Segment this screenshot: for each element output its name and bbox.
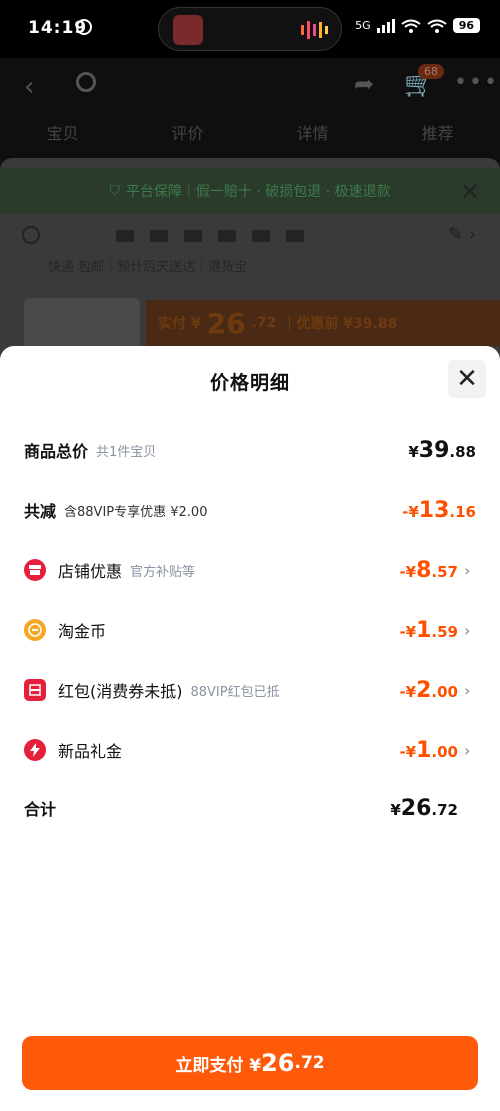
tab-reviews[interactable]: 评价 (171, 120, 203, 144)
edit-icon[interactable]: ✎ › (448, 224, 476, 245)
battery-level: 96 (452, 18, 480, 33)
chevron-right-icon: › (464, 740, 471, 760)
tab-recommend[interactable]: 推荐 (421, 120, 453, 144)
price-dec: .72 (251, 315, 277, 331)
row-sub: 共1件宝贝 (96, 444, 157, 460)
row-red-packet[interactable]: 红包(消费券未抵) 88VIP红包已抵 -¥2.00 › (24, 670, 476, 710)
row-new-gift[interactable]: 新品礼金 -¥1.00 › (24, 730, 476, 770)
row-value: -¥13.16 (402, 497, 476, 523)
row-total-discount: 共减 含88VIP专享优惠 ¥2.00 -¥13.16 (24, 490, 476, 530)
close-button[interactable]: ✕ (448, 360, 486, 398)
wifi-icon-2 (427, 19, 447, 33)
tab-item[interactable]: 宝贝 (46, 120, 78, 144)
dynamic-island[interactable] (158, 7, 342, 51)
search-icon[interactable] (76, 72, 96, 92)
pay-label: 立即支付 ¥ (175, 1055, 262, 1076)
row-label: 商品总价 (24, 442, 89, 461)
network-label: 5G (355, 19, 371, 32)
row-grand-total: 合计 ¥26.72 (24, 788, 476, 828)
row-total-price: 商品总价 共1件宝贝 ¥39.88 (24, 430, 476, 470)
cart-badge: 68 (418, 64, 444, 79)
row-value: -¥1.00 (399, 737, 458, 763)
coin-icon (24, 619, 46, 641)
status-bar: 14:19 5G 96 (0, 0, 500, 58)
shipping-info: 快递 包邮｜预计后天送达｜退货宝 (48, 260, 248, 275)
price-before: ｜优惠前 ¥39.88 (282, 316, 398, 332)
row-value: ¥39.88 (408, 437, 476, 463)
pay-now-button[interactable]: 立即支付 ¥ 26 .72 (22, 1036, 478, 1090)
sync-icon (76, 19, 92, 35)
store-icon (24, 559, 46, 581)
signal-icon (376, 18, 395, 33)
red-packet-icon (24, 679, 46, 701)
row-store-discount[interactable]: 店铺优惠 官方补贴等 -¥8.57 › (24, 550, 476, 590)
row-value: ¥26.72 (390, 795, 458, 821)
row-label: 新品礼金 (58, 742, 123, 761)
music-thumbnail (173, 15, 203, 45)
pay-amount-int: 26 (261, 1049, 295, 1077)
lightning-icon (24, 739, 46, 761)
audio-wave-icon (301, 21, 328, 39)
row-value: -¥1.59 (399, 617, 458, 643)
back-icon[interactable]: ‹ (24, 72, 34, 102)
location-icon (22, 226, 40, 244)
wifi-icon (401, 19, 421, 33)
status-icons: 5G 96 (355, 18, 480, 33)
sheet-title: 价格明细 (209, 372, 290, 394)
shield-icon: ⛉ (109, 183, 120, 199)
price-detail-sheet: 价格明细 ✕ 商品总价 共1件宝贝 ¥39.88 共减 含88VIP专享优惠 ¥… (0, 346, 500, 1111)
chevron-right-icon: › (464, 620, 471, 640)
address-row[interactable]: ✎ › (0, 218, 500, 254)
price-int: 26 (206, 306, 246, 340)
chevron-right-icon: › (464, 560, 471, 580)
row-coins[interactable]: 淘金币 -¥1.59 › (24, 610, 476, 650)
guarantee-bar: ⛉ 平台保障｜假一赔十 · 破损包退 · 极速退款 ✕ (0, 168, 500, 214)
share-icon[interactable]: ➦ (354, 70, 374, 98)
row-label: 店铺优惠 (58, 562, 123, 581)
price-prefix: 实付 ¥ (158, 316, 201, 332)
close-icon: ✕ (456, 364, 478, 394)
row-value: -¥2.00 (399, 677, 458, 703)
close-icon[interactable]: ✕ (460, 178, 480, 206)
price-summary-bar: 实付 ¥ 26 .72 ｜优惠前 ¥39.88 (146, 300, 500, 346)
address-redacted (116, 230, 304, 242)
guarantee-text: 平台保障｜假一赔十 · 破损包退 · 极速退款 (125, 184, 391, 200)
top-nav: ‹ ➦ 🛒 68 ••• (0, 58, 500, 114)
tab-details[interactable]: 详情 (296, 120, 328, 144)
pay-amount-dec: .72 (294, 1053, 325, 1073)
row-label: 共减 (24, 502, 57, 521)
chevron-right-icon: › (464, 680, 471, 700)
product-tabs: 宝贝 评价 详情 推荐 (0, 120, 500, 144)
row-value: -¥8.57 (399, 557, 458, 583)
more-icon[interactable]: ••• (454, 70, 499, 95)
row-sub: 88VIP红包已抵 (190, 684, 280, 700)
row-label: 红包(消费券未抵) (58, 682, 183, 701)
row-label: 淘金币 (58, 622, 107, 641)
row-sub: 含88VIP专享优惠 ¥2.00 (64, 504, 208, 520)
row-label: 合计 (24, 800, 57, 819)
row-sub: 官方补贴等 (130, 564, 196, 580)
